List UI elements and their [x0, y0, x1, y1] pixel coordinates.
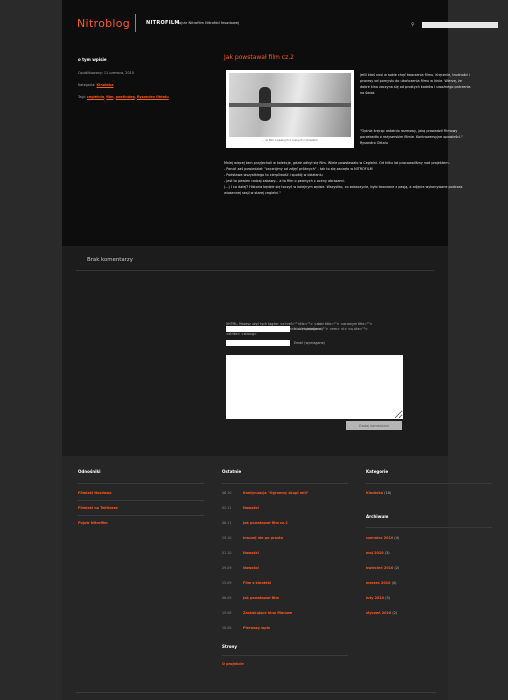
archive-month[interactable]: luty 2010: [366, 596, 384, 600]
search-icon: ⚲: [411, 22, 415, 28]
pages-heading: Strony: [222, 644, 237, 649]
recent-date: 18.08: [222, 626, 232, 630]
category-link[interactable]: Kinoteka: [97, 83, 114, 87]
post-photo: ... to film o pewnych z ocenych z obraza…: [226, 70, 354, 148]
photo-caption: ... to film o pewnych z ocenych z obraza…: [262, 139, 318, 142]
post-paragraph-2: "Opinia kręcąc ostatnio rozmowy, jaką pr…: [360, 129, 463, 145]
footer-bottom-rule: [76, 692, 436, 693]
category-item-name[interactable]: Kinoteka: [366, 491, 383, 495]
archive-heading: Archiwum: [366, 514, 389, 519]
recent-date: 29.09: [222, 566, 232, 570]
sidebar-title: o tym wpisie: [78, 57, 107, 62]
archive-item[interactable]: marzec 2010 (4): [366, 581, 396, 585]
friends-heading: Odnośniki: [78, 469, 101, 474]
recent-date: 06.11: [222, 521, 232, 525]
published-date: Opublikowany: 11 czerwca, 2010: [78, 71, 134, 75]
category-item-count: (18): [384, 491, 392, 495]
brand-name: NITROFILM: [146, 20, 180, 26]
name-label: Nick (wymagane): [294, 327, 323, 331]
archive-month[interactable]: kwiecień 2010: [366, 566, 393, 570]
archive-item[interactable]: kwiecień 2010 (2): [366, 566, 399, 570]
name-field[interactable]: [226, 326, 290, 332]
recent-rule: [222, 483, 348, 484]
recent-post-link[interactable]: Kontynuacja "Ogromny skupi mili": [243, 491, 309, 495]
archive-month[interactable]: marzec 2010: [366, 581, 390, 585]
archive-month[interactable]: styczeń 2010: [366, 611, 391, 615]
category-label: Kategoria:: [78, 83, 96, 87]
categories-heading: Kategorie: [366, 469, 389, 474]
page-link[interactable]: O projekcie: [222, 662, 244, 666]
category-line: Kategoria: Kinoteka: [78, 83, 114, 87]
recent-post-link[interactable]: Inaczej nie po prostu: [243, 536, 283, 540]
tag-link[interactable]: postindeg: [116, 95, 135, 99]
recent-post-link[interactable]: Nowości: [243, 566, 259, 570]
recent-post-link[interactable]: Nowości: [243, 551, 259, 555]
tag-link[interactable]: cegielnia: [87, 95, 104, 99]
comment-textarea[interactable]: [226, 355, 403, 419]
post-paragraph-3: Mniej więcej tam przyjechali w kolekcje,…: [224, 161, 463, 195]
recent-date: 01.10: [222, 551, 232, 555]
tags-line: Tagi: cegielnia, film, postindeg, Rysond…: [78, 95, 169, 99]
friend-link[interactable]: Pojutr Nitrofilm: [78, 521, 108, 525]
post-title[interactable]: Jak powstawał film cz.2: [224, 54, 294, 61]
pages-rule: [222, 655, 348, 656]
tag-link[interactable]: film: [106, 95, 113, 99]
recent-post-link[interactable]: Nowości: [243, 506, 259, 510]
archive-item[interactable]: luty 2010 (3): [366, 596, 390, 600]
recent-post-link[interactable]: Jak powstawał film: [243, 596, 279, 600]
photo-image: [229, 73, 351, 137]
archive-count: (3): [384, 551, 390, 555]
search-input[interactable]: [422, 22, 498, 28]
list-divider: [78, 500, 204, 501]
list-divider: [78, 515, 204, 516]
recent-date: 25.09: [222, 581, 232, 585]
archive-item[interactable]: maj 2010 (3): [366, 551, 390, 555]
submit-comment-button[interactable]: Dodaj komentarz: [346, 421, 402, 430]
email-field[interactable]: [226, 340, 290, 346]
archive-month[interactable]: czerwiec 2010: [366, 536, 393, 540]
archive-month[interactable]: maj 2010: [366, 551, 384, 555]
archive-count: (4): [394, 536, 400, 540]
recent-post-link[interactable]: Pierwszy wpis: [243, 626, 270, 630]
archive-item[interactable]: styczeń 2010 (2): [366, 611, 397, 615]
post-paragraph-1: jeśli ktoś nosi w sobie chęć tworzenia f…: [360, 73, 471, 95]
email-label: Email (wymagane): [294, 341, 325, 345]
archive-count: (4): [391, 581, 397, 585]
recent-heading: Ostatnie: [222, 469, 242, 474]
no-comments-heading: Brak komentarzy: [87, 257, 133, 263]
recent-date: 19.08: [222, 611, 232, 615]
friends-rule: [78, 483, 204, 484]
archive-count: (3): [385, 596, 391, 600]
site-tagline: Pojutr Nitrofilm Nitrofdd fesadowej: [177, 21, 239, 25]
recent-post-link[interactable]: Jak powstawał film cz.2: [243, 521, 288, 525]
friend-link[interactable]: Filmiaki na Twitterze: [78, 506, 118, 510]
site-logo[interactable]: Nitroblog: [77, 17, 130, 30]
tag-link[interactable]: Rysondro Oktalu: [137, 95, 169, 99]
recent-date: 06.10: [222, 491, 232, 495]
recent-date: 06.09: [222, 596, 232, 600]
categories-rule: [366, 483, 492, 484]
friend-link[interactable]: Filmiaki Nosdowa: [78, 491, 112, 495]
comments-divider: [76, 270, 434, 271]
category-item[interactable]: Kinoteka (18): [366, 491, 391, 495]
archive-count: (2): [394, 566, 400, 570]
archive-rule: [366, 527, 492, 528]
recent-post-link[interactable]: Film z kinoteki: [243, 581, 271, 585]
header-divider: [135, 14, 136, 32]
archive-count: (2): [392, 611, 398, 615]
archive-item[interactable]: czerwiec 2010 (4): [366, 536, 399, 540]
tags-label: Tagi:: [78, 95, 86, 99]
recent-post-link[interactable]: Zaskakujące kino filmowe: [243, 611, 292, 615]
recent-date: 29.10: [222, 536, 232, 540]
recent-date: 02.11: [222, 506, 232, 510]
